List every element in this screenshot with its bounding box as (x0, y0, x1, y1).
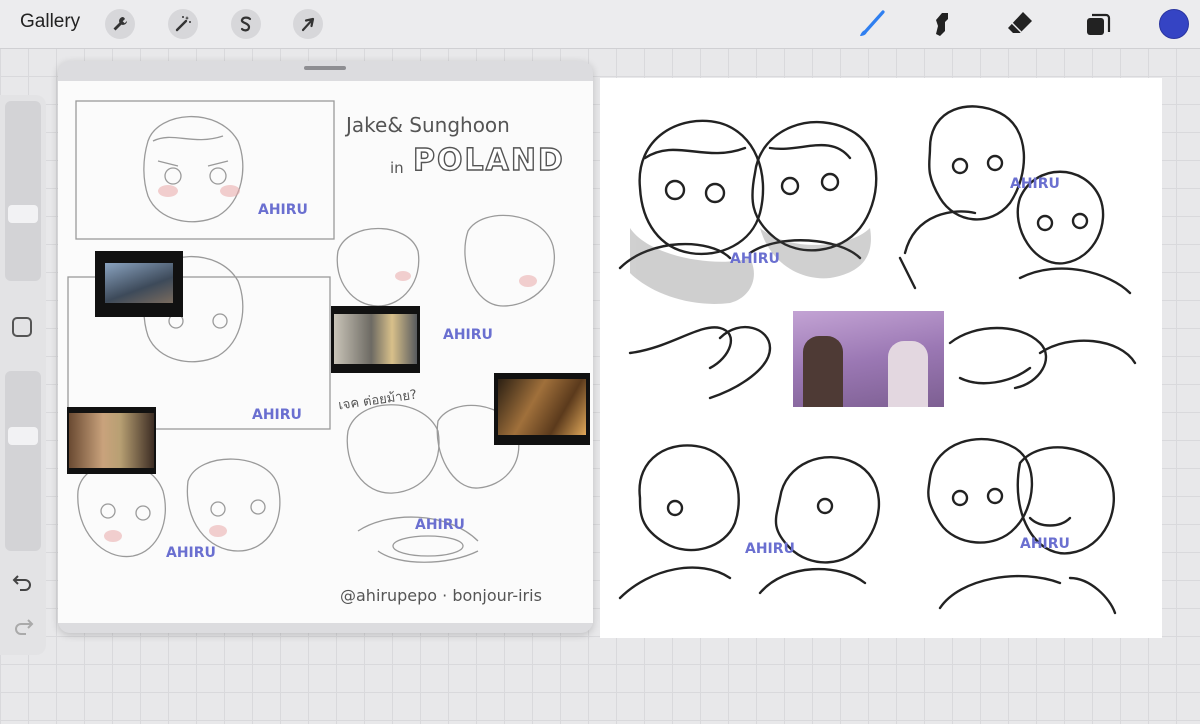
reference-sheet: AHIRU AHIRU AHIRU AHIRU AHIRU Jake& Sung… (58, 81, 593, 623)
reference-title-line1: Jake& Sunghoon (346, 113, 510, 137)
svg-text:AHIRU: AHIRU (166, 545, 216, 561)
canvas-photo[interactable] (793, 311, 944, 407)
smudge-icon[interactable] (927, 8, 959, 40)
modify-button[interactable] (12, 317, 32, 337)
side-toolbar (0, 95, 46, 655)
color-picker-button[interactable] (1159, 9, 1189, 39)
wrench-icon[interactable] (105, 9, 135, 39)
svg-text:AHIRU: AHIRU (415, 517, 465, 533)
top-toolbar: Gallery (0, 0, 1200, 49)
brush-icon[interactable] (856, 8, 888, 40)
reference-panel[interactable]: AHIRU AHIRU AHIRU AHIRU AHIRU Jake& Sung… (58, 61, 593, 633)
brush-size-slider[interactable] (5, 101, 41, 281)
svg-text:AHIRU: AHIRU (745, 541, 795, 557)
reference-photo-4[interactable] (67, 407, 156, 474)
eraser-icon[interactable] (1004, 8, 1036, 40)
magic-wand-icon[interactable] (168, 9, 198, 39)
redo-icon[interactable] (12, 615, 34, 637)
reference-photo-3[interactable] (494, 373, 590, 445)
selection-s-icon[interactable] (231, 9, 261, 39)
svg-text:AHIRU: AHIRU (1020, 536, 1070, 552)
reference-photo-2[interactable] (331, 306, 420, 373)
drawing-canvas[interactable]: AHIRU AHIRU AHIRU AHIRU (600, 78, 1162, 638)
svg-text:AHIRU: AHIRU (1010, 176, 1060, 192)
undo-icon[interactable] (12, 571, 34, 593)
panel-drag-handle[interactable] (304, 66, 346, 70)
svg-text:AHIRU: AHIRU (730, 251, 780, 267)
layers-icon[interactable] (1082, 8, 1114, 40)
reference-title-line3: POLAND (412, 142, 565, 178)
arrow-transform-icon[interactable] (293, 9, 323, 39)
gallery-button[interactable]: Gallery (20, 11, 80, 33)
svg-text:AHIRU: AHIRU (443, 327, 493, 343)
opacity-slider[interactable] (5, 371, 41, 551)
brush-size-handle[interactable] (8, 205, 38, 223)
opacity-handle[interactable] (8, 427, 38, 445)
svg-text:AHIRU: AHIRU (252, 407, 302, 423)
reference-title-line2: in (390, 159, 404, 177)
reference-photo-1[interactable] (95, 251, 183, 317)
svg-text:AHIRU: AHIRU (258, 202, 308, 218)
reference-credit: @ahirupepo · bonjour-iris (340, 586, 542, 605)
